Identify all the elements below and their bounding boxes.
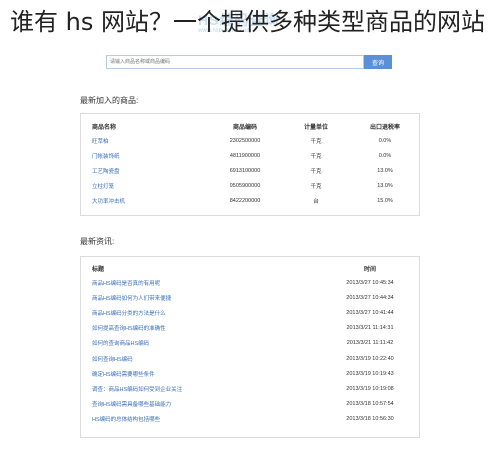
news-time: 2013/3/27 10:44:34 [346,294,394,301]
table-row: 立柱灯笼 9505900000 千克 13.0% [81,178,419,193]
product-code: 8422200000 [229,197,261,204]
product-unit: 千克 [310,168,322,175]
product-name-link[interactable]: 旺萃柏 [92,139,109,145]
column-header-news-time: 时间 [363,266,376,273]
news-title-link[interactable]: 确定HS编码需要哪些条件 [92,372,155,378]
table-row: 如何查询HS编码 2013/3/19 10:22:40 [81,351,419,366]
product-rebate-rate: 0.0% [378,152,392,159]
news-time: 2013/3/27 10:41:44 [346,309,394,316]
table-row: 调查：商品HS编码如何受到企业关注 2013/3/19 10:19:08 [81,381,419,396]
column-header-product-name: 商品名称 [92,124,117,131]
table-row: 查询HS编码需具备哪些基础能力 2013/3/18 10:57:54 [81,397,419,412]
news-title-link[interactable]: 查询HS编码需具备哪些基础能力 [92,402,171,408]
search-input[interactable] [106,55,364,69]
news-panel: 标题 时间 商品HS编码是否真的有用呢 2013/3/27 10:45:34 商… [80,256,420,438]
table-row: 门帐装饰纸 4811900000 千克 0.0% [81,148,419,163]
news-time: 2013/3/19 10:19:43 [346,370,394,377]
news-time: 2013/3/27 10:45:34 [346,279,394,286]
news-time: 2013/3/19 10:19:08 [346,385,394,392]
product-code: 9505900000 [229,182,261,189]
product-rebate-rate: 15.0% [377,197,393,204]
news-title-link[interactable]: HS编码的总体结构包括哪些 [92,417,160,423]
search-button[interactable]: 查询 [364,55,392,69]
product-unit: 千克 [310,153,322,160]
news-time: 2013/3/18 10:57:54 [346,401,394,408]
product-code: 2302500000 [229,137,261,144]
news-time: 2013/3/19 10:22:40 [346,355,394,362]
product-unit: 千克 [310,138,322,145]
product-name-link[interactable]: 工艺陶瓷盘 [92,169,120,175]
table-row: 如何的查询商品HS编码 2013/3/21 11:11:42 [81,336,419,351]
news-time: 2013/3/21 11:14:31 [346,325,394,332]
product-code: 6913100000 [229,167,261,174]
product-name-link[interactable]: 立柱灯笼 [92,184,114,190]
product-name-link[interactable]: 门帐装饰纸 [92,154,120,160]
product-name-link[interactable]: 大功率冲击机 [92,199,125,205]
table-row: 工艺陶瓷盘 6913100000 千克 13.0% [81,163,419,178]
product-rebate-rate: 13.0% [377,167,393,174]
product-unit: 千克 [310,183,322,190]
products-section-title: 最新加入的商品: [80,96,139,105]
news-title-link[interactable]: 调查：商品HS编码如何受到企业关注 [92,387,182,393]
table-row: 商品HS编码分类的方法是什么 2013/3/27 10:41:44 [81,305,419,320]
product-rebate-rate: 13.0% [377,182,393,189]
products-panel: 商品名称 商品编码 计量单位 出口退税率 旺萃柏 2302500000 千克 0… [80,113,420,216]
column-header-rebate-rate: 出口退税率 [369,124,400,131]
table-row: 旺萃柏 2302500000 千克 0.0% [81,133,419,148]
product-rebate-rate: 0.0% [378,137,392,144]
news-table: 标题 时间 商品HS编码是否真的有用呢 2013/3/27 10:45:34 商… [81,261,419,427]
table-row: 商品HS编码是否真的有用呢 2013/3/27 10:45:34 [81,275,419,290]
column-header-product-code: 商品编码 [232,124,257,131]
news-time: 2013/3/18 10:56:30 [346,416,394,423]
column-header-unit: 计量单位 [303,124,328,131]
table-row: HS编码的总体结构包括哪些 2013/3/18 10:56:30 [81,412,419,427]
news-title-link[interactable]: 商品HS编码是否真的有用呢 [92,281,160,287]
news-title-link[interactable]: 商品HS编码如何为人们带来便捷 [92,296,171,302]
news-title-link[interactable]: 如何查询HS编码 [92,357,133,363]
news-section-title: 最新资讯: [80,237,115,246]
table-row: 确定HS编码需要哪些条件 2013/3/19 10:19:43 [81,366,419,381]
news-header-row: 标题 时间 [81,261,419,275]
table-row: 商品HS编码如何为人们带来便捷 2013/3/27 10:44:34 [81,290,419,305]
news-title-link[interactable]: 商品HS编码分类的方法是什么 [92,311,166,317]
news-title-link[interactable]: 如何的查询商品HS编码 [92,341,149,347]
page-headline: 谁有 hs 网站？一个提供多种类型商品的网站 [10,8,485,36]
table-row: 如何提高查询HS编码的准确性 2013/3/21 11:14:31 [81,321,419,336]
product-unit: 台 [313,198,319,205]
search-bar: 查询 [106,55,392,69]
products-table: 商品名称 商品编码 计量单位 出口退税率 旺萃柏 2302500000 千克 0… [81,119,419,208]
news-time: 2013/3/21 11:11:42 [346,340,394,347]
column-header-news-title: 标题 [92,266,105,273]
products-header-row: 商品名称 商品编码 计量单位 出口退税率 [81,119,419,133]
news-title-link[interactable]: 如何提高查询HS编码的准确性 [92,326,166,332]
product-code: 4811900000 [229,152,261,159]
table-row: 大功率冲击机 8422200000 台 15.0% [81,193,419,208]
